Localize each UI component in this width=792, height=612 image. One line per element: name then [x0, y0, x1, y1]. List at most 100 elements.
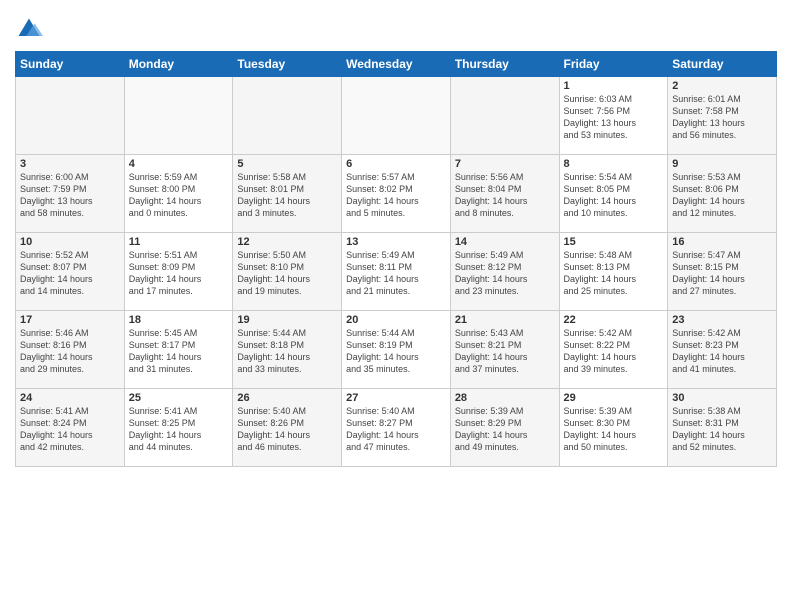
calendar-week-row: 10Sunrise: 5:52 AM Sunset: 8:07 PM Dayli… — [16, 233, 777, 311]
day-of-week-header: Wednesday — [342, 52, 451, 77]
day-number: 13 — [346, 236, 446, 248]
calendar-day-cell: 8Sunrise: 5:54 AM Sunset: 8:05 PM Daylig… — [559, 155, 668, 233]
day-of-week-header: Friday — [559, 52, 668, 77]
calendar-day-cell — [124, 77, 233, 155]
calendar-day-cell: 20Sunrise: 5:44 AM Sunset: 8:19 PM Dayli… — [342, 311, 451, 389]
calendar-day-cell: 16Sunrise: 5:47 AM Sunset: 8:15 PM Dayli… — [668, 233, 777, 311]
day-number: 24 — [20, 392, 120, 404]
calendar-day-cell: 29Sunrise: 5:39 AM Sunset: 8:30 PM Dayli… — [559, 389, 668, 467]
day-number: 14 — [455, 236, 555, 248]
calendar-day-cell: 18Sunrise: 5:45 AM Sunset: 8:17 PM Dayli… — [124, 311, 233, 389]
day-number: 7 — [455, 158, 555, 170]
day-number: 9 — [672, 158, 772, 170]
day-info: Sunrise: 5:41 AM Sunset: 8:25 PM Dayligh… — [129, 405, 229, 454]
calendar-day-cell: 22Sunrise: 5:42 AM Sunset: 8:22 PM Dayli… — [559, 311, 668, 389]
day-number: 25 — [129, 392, 229, 404]
day-info: Sunrise: 5:42 AM Sunset: 8:23 PM Dayligh… — [672, 327, 772, 376]
calendar-day-cell: 12Sunrise: 5:50 AM Sunset: 8:10 PM Dayli… — [233, 233, 342, 311]
day-number: 12 — [237, 236, 337, 248]
calendar-week-row: 17Sunrise: 5:46 AM Sunset: 8:16 PM Dayli… — [16, 311, 777, 389]
day-info: Sunrise: 5:48 AM Sunset: 8:13 PM Dayligh… — [564, 249, 664, 298]
day-info: Sunrise: 5:49 AM Sunset: 8:12 PM Dayligh… — [455, 249, 555, 298]
day-number: 8 — [564, 158, 664, 170]
day-number: 5 — [237, 158, 337, 170]
day-number: 10 — [20, 236, 120, 248]
calendar-day-cell: 6Sunrise: 5:57 AM Sunset: 8:02 PM Daylig… — [342, 155, 451, 233]
calendar-day-cell: 1Sunrise: 6:03 AM Sunset: 7:56 PM Daylig… — [559, 77, 668, 155]
day-info: Sunrise: 5:47 AM Sunset: 8:15 PM Dayligh… — [672, 249, 772, 298]
calendar-container: SundayMondayTuesdayWednesdayThursdayFrid… — [0, 0, 792, 612]
day-info: Sunrise: 5:56 AM Sunset: 8:04 PM Dayligh… — [455, 171, 555, 220]
calendar-day-cell: 3Sunrise: 6:00 AM Sunset: 7:59 PM Daylig… — [16, 155, 125, 233]
day-of-week-header: Saturday — [668, 52, 777, 77]
calendar-day-cell: 4Sunrise: 5:59 AM Sunset: 8:00 PM Daylig… — [124, 155, 233, 233]
day-info: Sunrise: 5:46 AM Sunset: 8:16 PM Dayligh… — [20, 327, 120, 376]
calendar-day-cell: 19Sunrise: 5:44 AM Sunset: 8:18 PM Dayli… — [233, 311, 342, 389]
calendar-day-cell: 30Sunrise: 5:38 AM Sunset: 8:31 PM Dayli… — [668, 389, 777, 467]
calendar-day-cell: 7Sunrise: 5:56 AM Sunset: 8:04 PM Daylig… — [450, 155, 559, 233]
day-info: Sunrise: 6:00 AM Sunset: 7:59 PM Dayligh… — [20, 171, 120, 220]
day-of-week-header: Tuesday — [233, 52, 342, 77]
day-number: 21 — [455, 314, 555, 326]
header — [15, 10, 777, 43]
day-info: Sunrise: 5:58 AM Sunset: 8:01 PM Dayligh… — [237, 171, 337, 220]
calendar-day-cell: 26Sunrise: 5:40 AM Sunset: 8:26 PM Dayli… — [233, 389, 342, 467]
calendar-week-row: 1Sunrise: 6:03 AM Sunset: 7:56 PM Daylig… — [16, 77, 777, 155]
day-number: 11 — [129, 236, 229, 248]
day-number: 19 — [237, 314, 337, 326]
day-info: Sunrise: 5:49 AM Sunset: 8:11 PM Dayligh… — [346, 249, 446, 298]
day-number: 3 — [20, 158, 120, 170]
calendar-week-row: 24Sunrise: 5:41 AM Sunset: 8:24 PM Dayli… — [16, 389, 777, 467]
day-info: Sunrise: 5:59 AM Sunset: 8:00 PM Dayligh… — [129, 171, 229, 220]
day-info: Sunrise: 5:54 AM Sunset: 8:05 PM Dayligh… — [564, 171, 664, 220]
calendar-day-cell — [342, 77, 451, 155]
day-number: 6 — [346, 158, 446, 170]
day-info: Sunrise: 5:39 AM Sunset: 8:30 PM Dayligh… — [564, 405, 664, 454]
day-number: 15 — [564, 236, 664, 248]
calendar-table: SundayMondayTuesdayWednesdayThursdayFrid… — [15, 51, 777, 467]
calendar-day-cell: 11Sunrise: 5:51 AM Sunset: 8:09 PM Dayli… — [124, 233, 233, 311]
day-number: 27 — [346, 392, 446, 404]
calendar-day-cell: 13Sunrise: 5:49 AM Sunset: 8:11 PM Dayli… — [342, 233, 451, 311]
day-of-week-header: Sunday — [16, 52, 125, 77]
calendar-day-cell — [16, 77, 125, 155]
calendar-day-cell: 23Sunrise: 5:42 AM Sunset: 8:23 PM Dayli… — [668, 311, 777, 389]
day-info: Sunrise: 5:50 AM Sunset: 8:10 PM Dayligh… — [237, 249, 337, 298]
calendar-day-cell: 28Sunrise: 5:39 AM Sunset: 8:29 PM Dayli… — [450, 389, 559, 467]
day-number: 4 — [129, 158, 229, 170]
day-info: Sunrise: 5:44 AM Sunset: 8:18 PM Dayligh… — [237, 327, 337, 376]
day-info: Sunrise: 5:41 AM Sunset: 8:24 PM Dayligh… — [20, 405, 120, 454]
day-of-week-header: Monday — [124, 52, 233, 77]
day-info: Sunrise: 6:01 AM Sunset: 7:58 PM Dayligh… — [672, 93, 772, 142]
day-number: 23 — [672, 314, 772, 326]
day-number: 18 — [129, 314, 229, 326]
calendar-day-cell: 21Sunrise: 5:43 AM Sunset: 8:21 PM Dayli… — [450, 311, 559, 389]
day-number: 16 — [672, 236, 772, 248]
day-of-week-header: Thursday — [450, 52, 559, 77]
calendar-day-cell: 25Sunrise: 5:41 AM Sunset: 8:25 PM Dayli… — [124, 389, 233, 467]
day-number: 20 — [346, 314, 446, 326]
calendar-day-cell: 14Sunrise: 5:49 AM Sunset: 8:12 PM Dayli… — [450, 233, 559, 311]
calendar-day-cell: 24Sunrise: 5:41 AM Sunset: 8:24 PM Dayli… — [16, 389, 125, 467]
calendar-day-cell: 15Sunrise: 5:48 AM Sunset: 8:13 PM Dayli… — [559, 233, 668, 311]
logo-icon — [15, 15, 43, 43]
calendar-day-cell: 9Sunrise: 5:53 AM Sunset: 8:06 PM Daylig… — [668, 155, 777, 233]
day-info: Sunrise: 5:45 AM Sunset: 8:17 PM Dayligh… — [129, 327, 229, 376]
calendar-day-cell: 5Sunrise: 5:58 AM Sunset: 8:01 PM Daylig… — [233, 155, 342, 233]
day-info: Sunrise: 5:51 AM Sunset: 8:09 PM Dayligh… — [129, 249, 229, 298]
day-number: 26 — [237, 392, 337, 404]
day-number: 2 — [672, 80, 772, 92]
calendar-day-cell: 2Sunrise: 6:01 AM Sunset: 7:58 PM Daylig… — [668, 77, 777, 155]
day-number: 30 — [672, 392, 772, 404]
day-info: Sunrise: 5:52 AM Sunset: 8:07 PM Dayligh… — [20, 249, 120, 298]
calendar-day-cell: 17Sunrise: 5:46 AM Sunset: 8:16 PM Dayli… — [16, 311, 125, 389]
day-number: 22 — [564, 314, 664, 326]
day-info: Sunrise: 5:57 AM Sunset: 8:02 PM Dayligh… — [346, 171, 446, 220]
calendar-day-cell — [450, 77, 559, 155]
day-info: Sunrise: 5:39 AM Sunset: 8:29 PM Dayligh… — [455, 405, 555, 454]
day-info: Sunrise: 5:43 AM Sunset: 8:21 PM Dayligh… — [455, 327, 555, 376]
calendar-day-cell — [233, 77, 342, 155]
day-info: Sunrise: 5:44 AM Sunset: 8:19 PM Dayligh… — [346, 327, 446, 376]
day-number: 28 — [455, 392, 555, 404]
day-number: 1 — [564, 80, 664, 92]
